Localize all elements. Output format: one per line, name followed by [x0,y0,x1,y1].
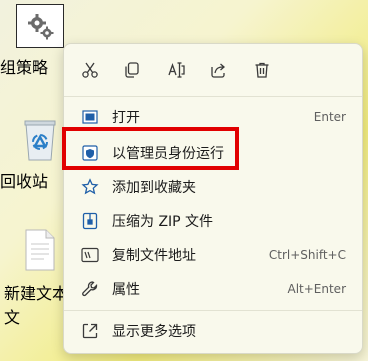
menu-item-copy-path[interactable]: 复制文件地址 Ctrl+Shift+C [68,238,358,272]
zip-icon [72,212,108,230]
delete-icon[interactable] [248,56,276,84]
context-menu: 打开 Enter 以管理员身份运行 添加到收藏夹 压缩为 ZIP 文件 复制文件… [63,43,363,354]
menu-item-label: 显示更多选项 [112,324,196,340]
menu-divider [64,96,362,97]
text-file-icon [22,228,58,272]
menu-item-label: 属性 [112,282,140,298]
menu-item-label: 复制文件地址 [112,248,196,264]
menu-item-label: 以管理员身份运行 [112,146,224,162]
copy-icon[interactable] [118,56,146,84]
more-options-icon [72,322,108,340]
menu-item-shortcut: Alt+Enter [287,282,346,296]
menu-item-properties[interactable]: 属性 Alt+Enter [68,272,358,306]
menu-item-shortcut: Enter [313,110,346,124]
context-menu-toolbar [64,44,362,96]
menu-item-label: 打开 [112,110,140,126]
copy-path-icon [72,247,108,263]
menu-item-add-favorite[interactable]: 添加到收藏夹 [68,170,358,204]
scissors-icon[interactable] [76,56,104,84]
menu-item-show-more-options[interactable]: 显示更多选项 [68,314,358,348]
desktop-icon-group-policy[interactable]: 组策略 [0,4,66,77]
gear-icon [16,4,64,48]
recycle-bin-icon [22,116,58,162]
star-icon [72,178,108,196]
rename-icon[interactable] [162,56,190,84]
menu-divider [64,310,362,311]
menu-item-run-as-admin[interactable]: 以管理员身份运行 [68,136,358,170]
menu-item-label: 添加到收藏夹 [112,180,196,196]
menu-item-shortcut: Ctrl+Shift+C [268,248,346,262]
menu-item-label: 压缩为 ZIP 文件 [112,214,214,230]
menu-item-compress-zip[interactable]: 压缩为 ZIP 文件 [68,204,358,238]
shield-icon [72,145,108,161]
menu-item-open[interactable]: 打开 Enter [68,100,358,134]
share-icon[interactable] [204,56,232,84]
open-icon [72,109,108,125]
wrench-icon [72,280,108,298]
